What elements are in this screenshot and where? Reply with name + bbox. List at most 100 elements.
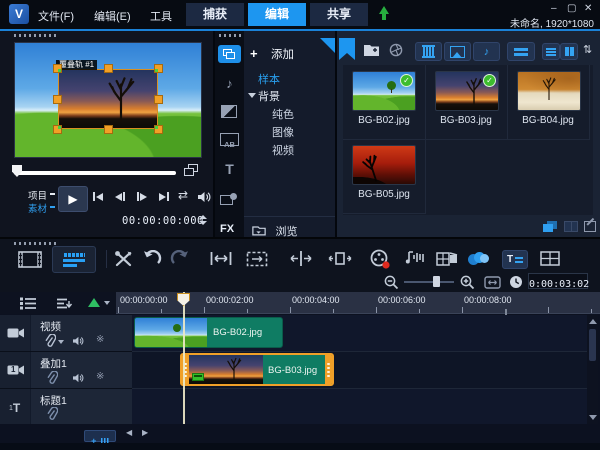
undo-button[interactable] [142,250,162,267]
tree-expand-icon[interactable] [248,93,256,98]
volume-icon[interactable] [197,191,211,203]
ripple-edit-icon[interactable]: ※ [96,371,104,382]
track-header-video[interactable]: 视频 ※ [0,315,132,352]
multicam-editor-button[interactable] [436,250,458,268]
fit-timeline-button[interactable] [484,276,501,289]
track-mute-icon[interactable] [72,336,84,346]
track-header-overlay1[interactable]: 1 叠加1 ※ [0,352,132,389]
close-button[interactable]: ✕ [584,4,592,14]
scrubber-handle[interactable] [12,165,22,177]
browse-button[interactable]: 浏览 [252,222,328,238]
scrollbar-thumb[interactable] [589,329,596,361]
filter-video-button[interactable] [415,42,442,61]
resize-handle-n[interactable] [104,64,113,73]
nav-graphics-button[interactable]: AB [220,133,239,149]
chapter-dropdown-icon[interactable] [104,301,110,305]
clip-bg-b03-selected[interactable]: BG-B03.jpg [180,353,334,386]
show-library-panel-button[interactable] [543,221,558,233]
edit-media-button[interactable] [584,217,596,232]
record-capture-button[interactable] [370,249,390,269]
scroll-up-icon[interactable] [588,319,597,324]
track-mute-icon[interactable] [72,373,84,383]
split-clip-button[interactable] [290,251,312,266]
tab-edit[interactable]: 编辑 [248,3,306,26]
tree-item-samples[interactable]: 样本 [258,71,280,87]
show-all-media-button[interactable] [507,42,535,61]
resize-handle-w[interactable] [53,95,62,104]
ripple-edit-icon[interactable]: ※ [96,334,104,345]
media-item-bg-b05[interactable]: BG-B05.jpg [343,139,426,214]
track-manager-button[interactable] [20,297,37,310]
link-clips-icon[interactable] [46,371,58,385]
previous-frame-button[interactable] [115,192,125,201]
import-media-icon[interactable] [363,43,381,57]
media-item-bg-b04[interactable]: BG-B04.jpg [507,65,590,140]
sound-mixer-button[interactable] [404,250,424,268]
scroll-down-icon[interactable] [589,415,597,420]
resize-handle-nw[interactable] [53,64,62,73]
sort-icon[interactable]: ⇅ [583,43,592,56]
filter-photo-button[interactable] [444,42,471,61]
enlarge-preview-icon[interactable] [184,164,199,176]
toolbar-grip[interactable] [14,242,58,245]
scroll-left-button[interactable]: ◀ [126,428,132,437]
link-clips-icon[interactable] [44,334,56,348]
nav-fx-button[interactable]: FX [220,223,234,235]
nav-media-button[interactable] [218,45,241,63]
view-grid-button[interactable] [560,43,578,60]
nav-instant-project-button[interactable] [220,193,239,207]
media-item-bg-b03[interactable]: ✓ BG-B03.jpg [425,65,508,140]
zoom-slider-handle[interactable] [433,276,440,287]
add-media-button[interactable]: + 添加 [250,45,320,61]
play-button[interactable]: ▶ [58,186,88,212]
maximize-button[interactable]: ▢ [567,4,576,14]
tools-button[interactable] [114,250,133,268]
export-arrow-icon[interactable] [378,6,390,22]
go-to-end-button[interactable] [159,192,169,201]
go-to-start-button[interactable] [93,192,103,201]
library-pin-icon[interactable] [339,38,355,60]
split-screen-template-button[interactable] [540,251,560,266]
resize-handle-sw[interactable] [53,125,62,134]
nav-transition-button[interactable] [221,105,237,118]
painting-creator-button[interactable] [468,252,490,266]
overlay-clip-selection[interactable]: 覆叠轨 #1 [53,60,163,134]
filter-audio-button[interactable]: ♪ [473,42,500,61]
view-list-button[interactable] [542,43,560,60]
clip-mode-label[interactable]: 素材 [28,201,47,215]
subtitle-editor-button[interactable]: T [502,250,528,269]
add-chapter-button[interactable] [88,298,100,307]
redo-button[interactable] [170,250,190,267]
nav-audio-button[interactable]: ♪ [218,75,241,91]
link-clips-icon[interactable] [46,407,58,421]
timeline-view-button[interactable] [52,246,96,273]
timecode-spinner[interactable] [199,215,207,225]
timeline-zoom-slider[interactable] [404,281,454,283]
zoom-in-button[interactable] [460,275,475,290]
trim-markers-button[interactable] [328,251,352,266]
media-item-bg-b02[interactable]: ✓ BG-B02.jpg [343,65,426,140]
resize-handle-ne[interactable] [154,64,163,73]
tab-capture[interactable]: 捕获 [186,3,244,26]
playhead-line[interactable] [183,292,185,424]
track-swap-button[interactable] [56,297,73,310]
track-lane-overlay1[interactable]: BG-B03.jpg [132,352,587,389]
nav-title-button[interactable]: T [218,161,241,177]
iris-aperture-icon[interactable] [389,43,403,57]
resize-handle-se[interactable] [154,125,163,134]
tree-item-video[interactable]: 视频 [272,142,294,158]
zoom-out-button[interactable] [384,275,399,290]
media-panel-grip[interactable] [219,34,241,37]
scroll-right-button[interactable]: ▶ [142,428,148,437]
trim-handle-right[interactable] [325,355,332,384]
scrubber-track[interactable] [14,171,176,175]
next-frame-button[interactable] [137,192,147,201]
timeline-scrollbar[interactable] [587,315,598,424]
project-duration-field[interactable]: 0:00:03:02 [528,273,589,290]
storyboard-view-button[interactable] [18,251,42,268]
tree-item-image[interactable]: 图像 [272,124,294,140]
resize-handle-s[interactable] [104,125,113,134]
minimize-button[interactable]: – [551,4,557,14]
track-lane-video[interactable]: BG-B02.jpg [132,315,587,352]
tab-share[interactable]: 共享 [310,3,368,26]
